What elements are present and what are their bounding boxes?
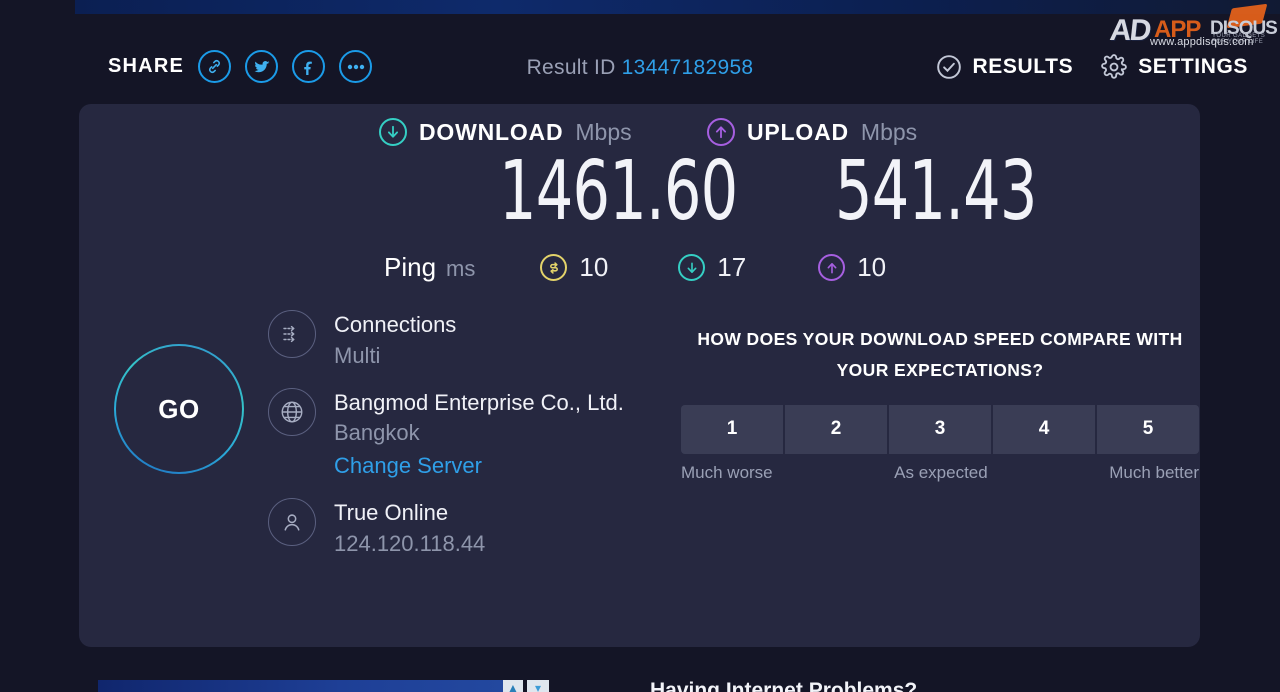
ping-download: 17 <box>678 252 746 283</box>
ping-idle-value: 10 <box>579 252 609 282</box>
upload-value: 541.43 <box>835 144 1037 239</box>
ping-download-arrow-icon <box>678 254 706 281</box>
upload-result: UPLOAD Mbps 541.43 <box>707 118 1087 237</box>
results-card: DOWNLOAD Mbps 1461.60 UPLOAD Mbps 541.43 <box>79 104 1200 647</box>
globe-icon <box>268 387 316 436</box>
upload-header: UPLOAD Mbps <box>707 118 1087 146</box>
survey-rating-group: 1 2 3 4 5 <box>681 404 1199 454</box>
results-nav-item[interactable]: RESULTS <box>936 54 1074 80</box>
isp-text: True Online 124.120.118.44 <box>334 496 485 560</box>
survey-label-high: Much better <box>1109 462 1199 482</box>
server-row: Bangmod Enterprise Co., Ltd. Bangkok Cha… <box>268 386 688 483</box>
watermark-app-mark: APP <box>1154 16 1201 43</box>
speed-results: DOWNLOAD Mbps 1461.60 UPLOAD Mbps 541.43 <box>79 118 1200 248</box>
speedtest-result-page: AD APP DISQUS YOUR GADGETS FOR YOUR LIFE… <box>0 0 1280 692</box>
ping-idle: 10 <box>540 252 608 283</box>
ping-upload-arrow-icon <box>818 254 846 281</box>
promo-blue-bar <box>98 680 503 692</box>
rating-button-4[interactable]: 4 <box>993 404 1097 454</box>
survey-label-mid: As expected <box>894 462 988 482</box>
person-icon <box>268 498 316 547</box>
idle-latency-icon <box>540 254 568 281</box>
check-circle-icon <box>936 54 962 80</box>
page-header: SHARE Result ID 13447182958 RESULTS SETT… <box>0 42 1280 98</box>
settings-nav-item[interactable]: SETTINGS <box>1101 54 1248 80</box>
promo-title: Having Internet Problems? <box>650 679 918 692</box>
download-unit: Mbps <box>575 118 632 145</box>
ping-unit: ms <box>446 256 476 281</box>
ping-results: Ping ms 10 17 10 <box>384 252 886 283</box>
survey-label-low: Much worse <box>681 462 773 482</box>
connection-info: Connections Multi Bangmod Enterprise Co.… <box>268 308 688 574</box>
upload-unit: Mbps <box>860 118 918 145</box>
change-server-link[interactable]: Change Server <box>334 449 624 482</box>
promo-chevron-down-icon[interactable]: ▾ <box>527 680 549 692</box>
server-name: Bangmod Enterprise Co., Ltd. <box>334 389 624 415</box>
watermark-disqus-mark: DISQUS <box>1210 18 1278 39</box>
upload-title: UPLOAD <box>747 118 849 145</box>
rating-button-5[interactable]: 5 <box>1097 404 1199 454</box>
ping-upload: 10 <box>818 252 886 283</box>
go-button-label: GO <box>158 393 200 424</box>
ip-address: 124.120.118.44 <box>334 530 486 556</box>
promo-badge-icon: ▲ <box>503 680 523 692</box>
ping-download-value: 17 <box>717 252 747 282</box>
rating-button-1[interactable]: 1 <box>681 404 785 454</box>
header-nav: RESULTS SETTINGS <box>936 54 1248 80</box>
server-text: Bangmod Enterprise Co., Ltd. Bangkok Cha… <box>334 386 624 483</box>
connections-text: Connections Multi <box>334 308 456 372</box>
survey-question: HOW DOES YOUR DOWNLOAD SPEED COMPARE WIT… <box>697 329 1183 380</box>
server-city: Bangkok <box>334 420 420 446</box>
isp-row: True Online 124.120.118.44 <box>268 496 688 560</box>
rating-button-3[interactable]: 3 <box>889 404 993 454</box>
speed-expectation-survey: HOW DOES YOUR DOWNLOAD SPEED COMPARE WIT… <box>681 324 1199 483</box>
top-blue-banner <box>75 0 1280 14</box>
bottom-promo-strip: ▲ ▾ Having Internet Problems? <box>0 676 1280 692</box>
isp-name: True Online <box>334 500 449 526</box>
download-arrow-icon <box>379 118 407 146</box>
connections-arrows-icon <box>268 310 316 358</box>
ping-label: Ping <box>384 252 437 282</box>
ping-label-group: Ping ms <box>384 252 475 283</box>
download-value: 1461.60 <box>499 144 738 239</box>
result-id-value[interactable]: 13447182958 <box>622 56 754 79</box>
results-label: RESULTS <box>972 55 1074 78</box>
connections-title: Connections <box>334 312 457 337</box>
rating-button-2[interactable]: 2 <box>785 404 889 454</box>
connections-value: Multi <box>334 342 381 368</box>
upload-arrow-icon <box>707 118 735 146</box>
connections-row: Connections Multi <box>268 308 688 372</box>
go-button[interactable]: GO <box>114 344 244 474</box>
gear-icon <box>1101 54 1127 80</box>
survey-scale-labels: Much worse As expected Much better <box>681 463 1199 483</box>
result-id-label: Result ID <box>526 56 616 79</box>
ping-upload-value: 10 <box>857 252 887 282</box>
download-title: DOWNLOAD <box>419 118 564 145</box>
settings-label: SETTINGS <box>1138 55 1248 78</box>
